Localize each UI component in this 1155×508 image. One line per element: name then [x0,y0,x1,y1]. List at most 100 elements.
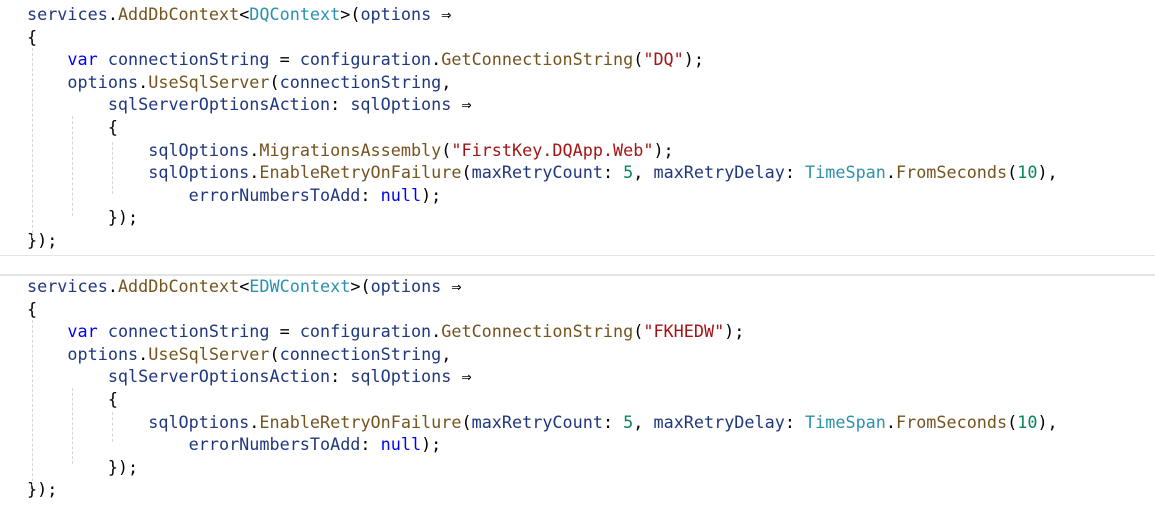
code-line: { [0,388,1155,411]
code-token-var: sqlOptions [350,366,452,387]
code-line: sqlOptions.EnableRetryOnFailure(maxRetry… [0,411,1155,434]
code-token-punc: }); [107,456,139,477]
code-editor[interactable]: services.AddDbContext<DQContext>(options… [0,0,1155,508]
code-token-method: FromSeconds [895,162,1008,183]
code-token-var: options [67,71,139,92]
code-token-punc: . [138,343,149,364]
code-token-punc: . [885,162,896,183]
code-token-var: connectionString [279,343,442,364]
code-token-punc: , [441,343,452,364]
code-token-punc: ⇒ [451,366,472,387]
code-block-dq-context: services.AddDbContext<DQContext>(options… [0,3,1155,252]
code-token-type: TimeSpan [805,411,886,432]
code-token-var: sqlServerOptionsAction [107,366,331,387]
code-token-punc: ); [653,139,674,160]
code-line: sqlServerOptionsAction: sqlOptions ⇒ [0,365,1155,388]
code-line: { [0,298,1155,321]
code-token-punc: ( [461,411,472,432]
indent-guide [112,142,113,194]
code-token-var: options [67,343,139,364]
code-token-punc: < [239,276,250,296]
indent-guide [72,116,73,216]
code-token-punc: { [27,298,38,319]
code-token-punc: < [239,4,250,24]
code-token-punc: ⇒ [441,276,462,296]
code-token-punc: }); [107,207,139,228]
indent-guide [72,388,73,464]
code-token-punc: , [441,71,452,92]
code-line: errorNumbersToAdd: null); [0,433,1155,456]
code-token-punc: : [360,184,381,205]
code-token-var: errorNumbersToAdd [188,434,361,455]
code-token-var: connectionString [107,321,270,342]
code-token-punc: >( [340,4,361,24]
code-token-punc: { [27,26,38,47]
code-token-num: 10 [1017,411,1038,432]
code-token-kw: null [380,184,422,205]
code-line: options.UseSqlServer(connectionString, [0,343,1155,366]
code-token-str: "DQ" [643,49,684,70]
code-token-method: FromSeconds [895,411,1008,432]
code-token-type: DQContext [249,4,341,24]
code-line: services.AddDbContext<DQContext>(options… [0,3,1155,26]
code-token-punc: { [107,116,118,137]
code-token-punc: : [360,434,381,455]
code-token-punc: : [330,366,351,387]
code-token-var: errorNumbersToAdd [188,184,361,205]
code-line: services.AddDbContext<EDWContext>(option… [0,275,1155,298]
code-token-num: 10 [1017,162,1038,183]
code-line: sqlServerOptionsAction: sqlOptions ⇒ [0,93,1155,116]
code-token-kw: var [67,321,98,342]
code-token-punc: . [249,162,260,183]
code-token-var: connectionString [279,71,442,92]
indent-guide [112,412,113,442]
code-token-var: configuration [299,321,432,342]
code-token-punc: : [784,162,806,183]
code-token-punc: ( [269,343,280,364]
indent-guide [32,48,33,238]
code-token-punc: ( [1007,411,1018,432]
code-token-punc: . [431,49,442,70]
code-token-var: maxRetryCount [471,162,603,183]
code-token-punc: = [269,321,300,342]
code-token-str: "FKHEDW" [643,321,725,342]
code-token-punc: . [107,276,118,296]
code-token-punc: : [784,411,806,432]
code-token-punc: ); [421,184,442,205]
code-token-punc: ), [1037,162,1058,183]
code-token-punc: ); [683,49,704,70]
code-token-punc: ( [461,162,472,183]
code-line: }); [0,206,1155,229]
code-token-punc: ); [421,434,442,455]
code-token-method: GetConnectionString [441,49,634,70]
code-token-var: sqlOptions [148,411,250,432]
code-token-type: TimeSpan [805,162,886,183]
indent-guide [32,320,33,486]
code-token-type: EDWContext [249,276,351,296]
code-token-var: sqlServerOptionsAction [107,94,331,115]
code-block-edw-context: services.AddDbContext<EDWContext>(option… [0,275,1155,501]
code-token-num: 5 [623,411,634,432]
code-token-var: maxRetryCount [471,411,603,432]
code-token-method: MigrationsAssembly [259,139,442,160]
code-token-punc: ( [441,139,452,160]
code-line: var connectionString = configuration.Get… [0,48,1155,71]
code-token-var: options [360,4,432,24]
code-line: var connectionString = configuration.Get… [0,320,1155,343]
code-token-method: UseSqlServer [148,71,270,92]
code-token-var: sqlOptions [148,162,250,183]
code-token-var: maxRetryDelay [653,411,785,432]
code-token-var: maxRetryDelay [653,162,785,183]
code-line: { [0,116,1155,139]
code-token-method: AddDbContext [117,4,240,24]
code-token-punc: , [633,162,654,183]
